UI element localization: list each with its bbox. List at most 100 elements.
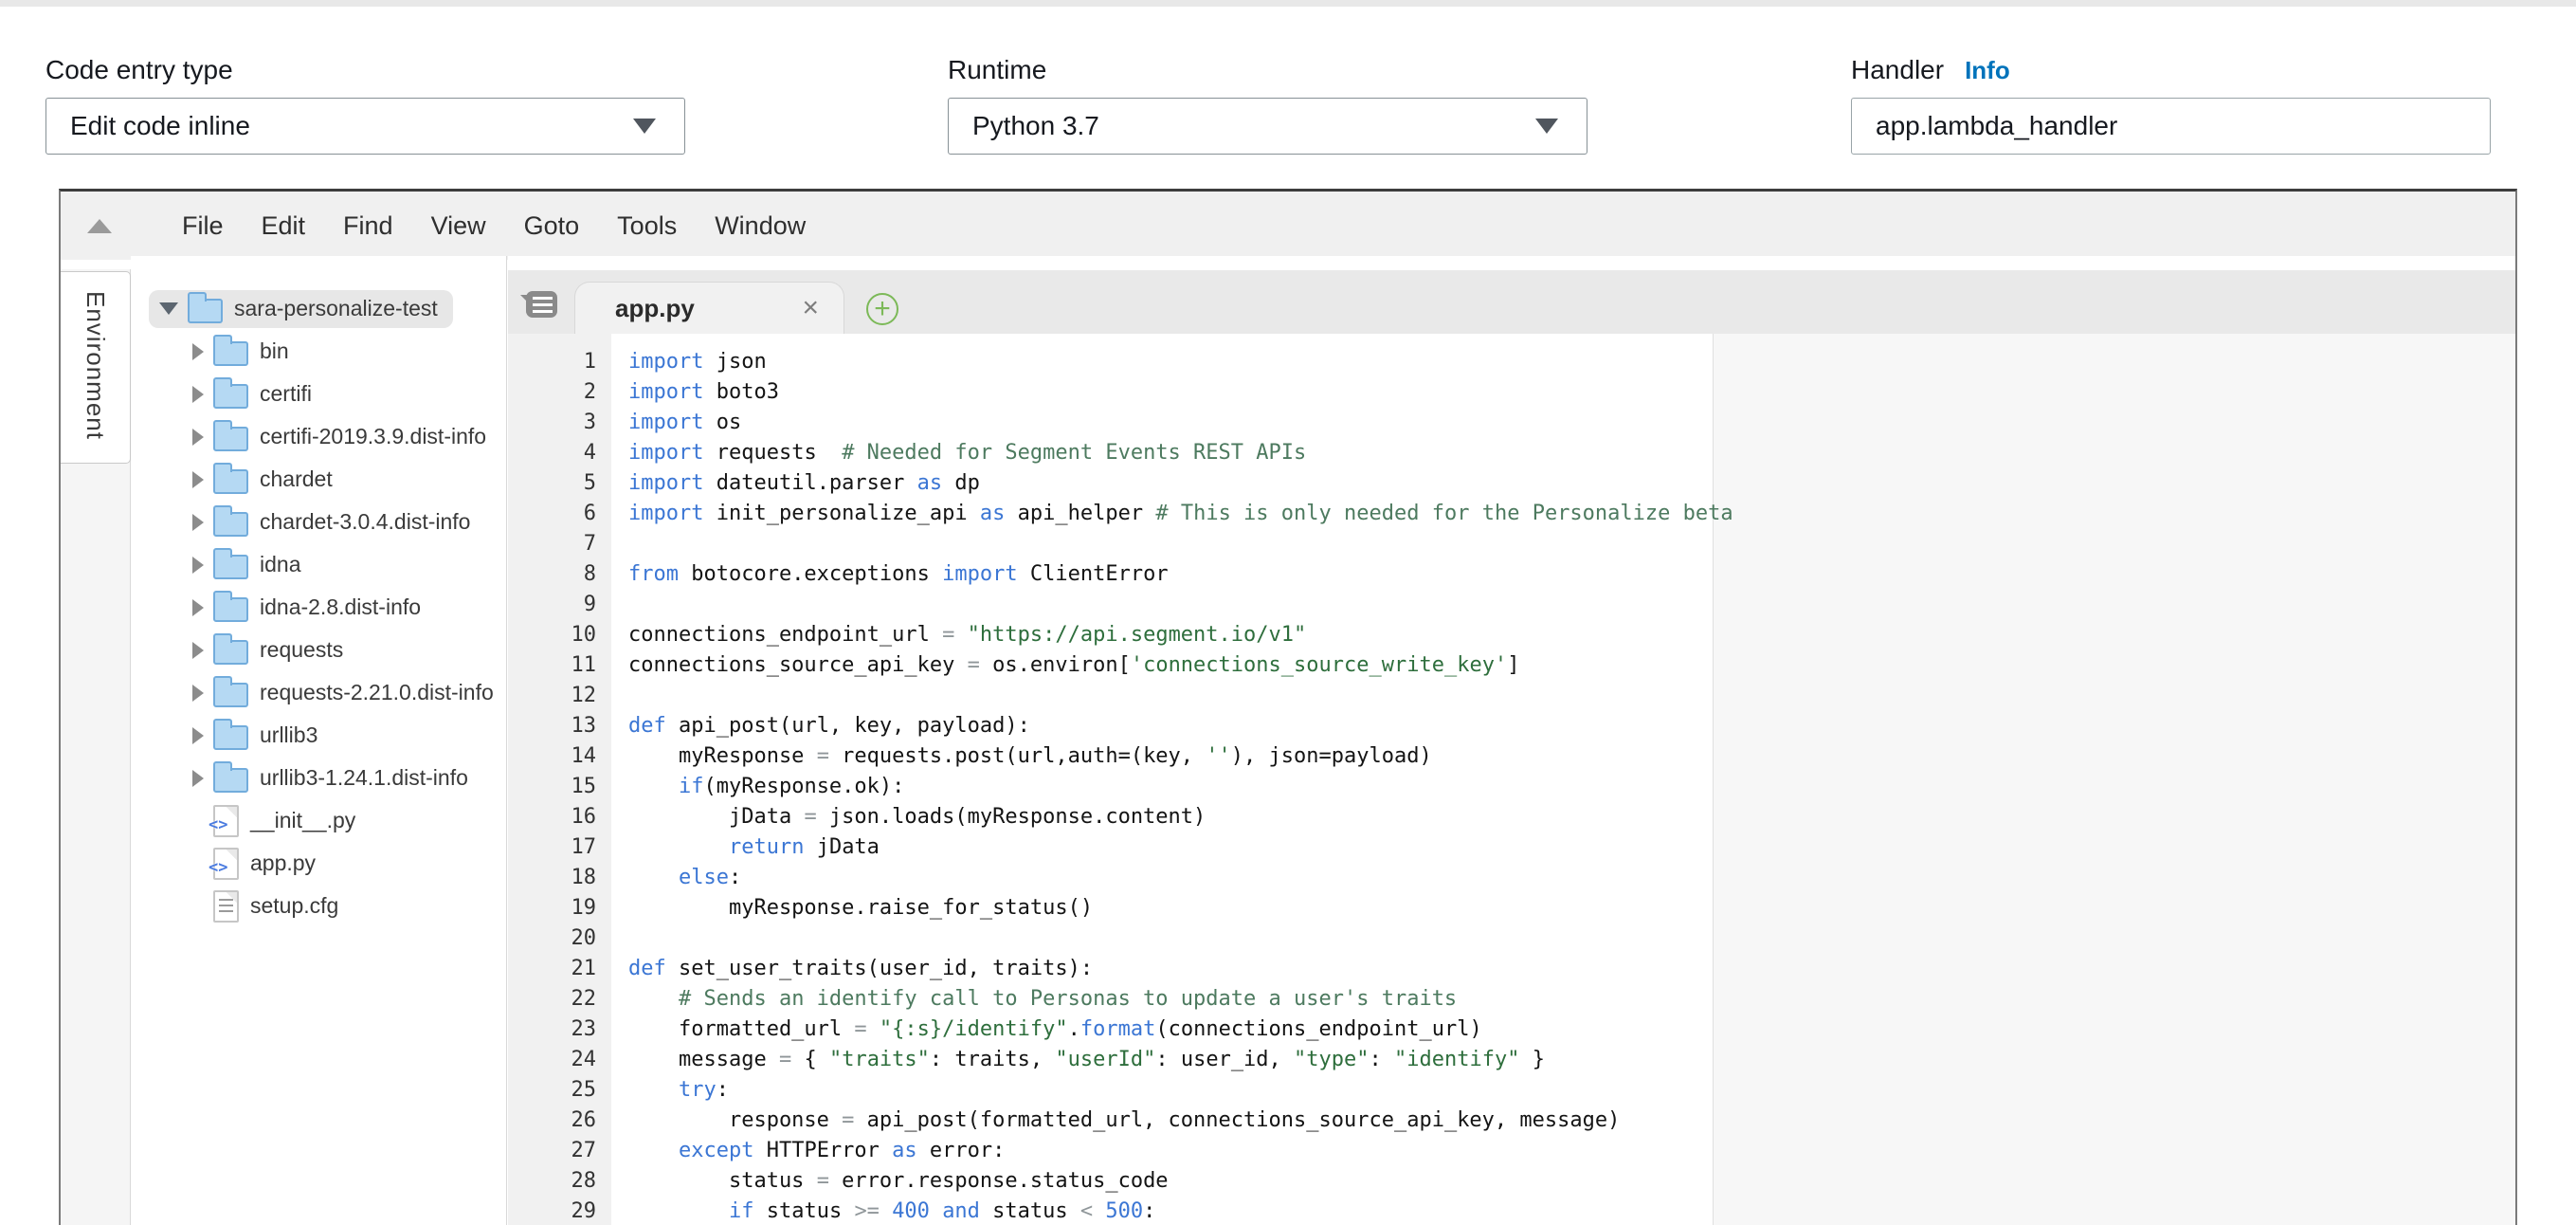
- tree-item-chardet[interactable]: chardet: [131, 458, 506, 501]
- code-token: error:: [917, 1139, 1006, 1162]
- code-token: "traits": [829, 1048, 930, 1071]
- code-token: [628, 775, 679, 798]
- line-number-16: 16: [508, 802, 611, 832]
- open-files-list-icon[interactable]: [526, 291, 557, 318]
- code-token: "https://api.segment.io/v1": [968, 623, 1307, 647]
- code-token: "identify": [1394, 1048, 1519, 1071]
- handler-input[interactable]: [1851, 98, 2491, 155]
- close-tab-icon[interactable]: ×: [802, 294, 819, 322]
- code-line-1: import json: [628, 347, 2515, 377]
- code-line-24: message = { "traits": traits, "userId": …: [628, 1045, 2515, 1075]
- code-line-8: from botocore.exceptions import ClientEr…: [628, 559, 2515, 590]
- collapse-editor-icon[interactable]: [87, 219, 112, 233]
- environment-tab[interactable]: Environment: [61, 271, 131, 464]
- code-token: as: [917, 471, 943, 495]
- line-number-26: 26: [508, 1106, 611, 1136]
- code-entry-type-label: Code entry type: [45, 49, 685, 91]
- code-token: [628, 1199, 729, 1223]
- tree-item-bin[interactable]: bin: [131, 330, 506, 373]
- tree-item-urllib3-1-24-1-dist-info[interactable]: urllib3-1.24.1.dist-info: [131, 757, 506, 799]
- code-token: [628, 1078, 679, 1102]
- code-editor[interactable]: import jsonimport boto3import osimport r…: [611, 334, 2515, 1225]
- code-token: import: [628, 380, 703, 404]
- tree-item-certifi-2019-3-9-dist-info[interactable]: certifi-2019.3.9.dist-info: [131, 415, 506, 458]
- code-token: :: [1143, 1199, 1155, 1223]
- caret-right-icon[interactable]: [192, 386, 204, 403]
- code-token: import: [628, 441, 703, 465]
- menu-view[interactable]: View: [431, 211, 486, 241]
- code-token: requests.post(url,auth=(key,: [829, 744, 1206, 768]
- caret-right-icon[interactable]: [192, 557, 204, 574]
- menu-find[interactable]: Find: [343, 211, 393, 241]
- code-token: [930, 1199, 942, 1223]
- folder-icon: [213, 427, 248, 451]
- code-token: connections_endpoint_url: [628, 623, 942, 647]
- tree-item-requests-2-21-0-dist-info[interactable]: requests-2.21.0.dist-info: [131, 671, 506, 714]
- tree-item-requests[interactable]: requests: [131, 629, 506, 671]
- caret-right-icon[interactable]: [192, 770, 204, 787]
- tree-item-certifi[interactable]: certifi: [131, 373, 506, 415]
- code-token: from: [628, 562, 679, 586]
- code-token: '': [1206, 744, 1231, 768]
- caret-right-icon[interactable]: [192, 599, 204, 616]
- folder-icon: [213, 768, 248, 793]
- folder-icon: [213, 725, 248, 750]
- menu-edit[interactable]: Edit: [262, 211, 306, 241]
- add-tab-button[interactable]: +: [866, 293, 898, 325]
- code-token: 'connections_source_write_key': [1131, 653, 1507, 677]
- code-token: >=: [854, 1199, 880, 1223]
- code-token: import: [628, 411, 703, 434]
- editor-pane: app.py × + 12345678910111213141516171819…: [508, 256, 2515, 1225]
- tree-item-setup-cfg[interactable]: setup.cfg: [131, 885, 506, 927]
- python-file-icon: [213, 805, 239, 837]
- tree-item-urllib3[interactable]: urllib3: [131, 714, 506, 757]
- caret-right-icon[interactable]: [192, 685, 204, 702]
- code-line-4: import requests # Needed for Segment Eve…: [628, 438, 2515, 468]
- line-number-10: 10: [508, 620, 611, 650]
- caret-right-icon[interactable]: [192, 471, 204, 488]
- folder-icon: [213, 384, 248, 409]
- folder-icon: [213, 640, 248, 665]
- caret-right-icon[interactable]: [192, 727, 204, 744]
- code-entry-type-field: Code entry type Edit code inline: [45, 49, 685, 91]
- tree-item-label: urllib3-1.24.1.dist-info: [260, 765, 468, 791]
- line-number-gutter[interactable]: 1234567891011121314151617181920212223242…: [508, 334, 611, 1225]
- code-token: and: [942, 1199, 980, 1223]
- code-token: [628, 1139, 679, 1162]
- chevron-down-icon: [633, 119, 656, 134]
- code-entry-type-select[interactable]: Edit code inline: [45, 98, 685, 155]
- code-token: =: [942, 623, 954, 647]
- caret-right-icon[interactable]: [192, 343, 204, 360]
- code-line-20: [628, 923, 2515, 954]
- line-number-25: 25: [508, 1075, 611, 1106]
- menu-file[interactable]: File: [182, 211, 224, 241]
- tree-item-label: bin: [260, 338, 289, 364]
- line-number-1: 1: [508, 347, 611, 377]
- code-entry-type-value: Edit code inline: [70, 111, 250, 141]
- caret-down-icon[interactable]: [159, 302, 178, 315]
- tree-item-idna-2-8-dist-info[interactable]: idna-2.8.dist-info: [131, 586, 506, 629]
- code-line-9: [628, 590, 2515, 620]
- menu-goto[interactable]: Goto: [524, 211, 580, 241]
- tree-item-chardet-3-0-4-dist-info[interactable]: chardet-3.0.4.dist-info: [131, 501, 506, 543]
- line-number-3: 3: [508, 408, 611, 438]
- caret-right-icon[interactable]: [192, 514, 204, 531]
- code-token: as: [980, 502, 1006, 525]
- tree-item-idna[interactable]: idna: [131, 543, 506, 586]
- tree-item-sara-personalize-test[interactable]: sara-personalize-test: [131, 287, 506, 330]
- handler-field: Handler Info: [1851, 49, 2491, 91]
- tab-app-py[interactable]: app.py ×: [574, 282, 844, 334]
- handler-info-link[interactable]: Info: [1965, 56, 2010, 85]
- line-number-27: 27: [508, 1136, 611, 1166]
- tree-item-app-py[interactable]: app.py: [131, 842, 506, 885]
- runtime-select[interactable]: Python 3.7: [948, 98, 1587, 155]
- caret-right-icon[interactable]: [192, 429, 204, 446]
- code-token: import: [942, 562, 1017, 586]
- tree-item-label: idna-2.8.dist-info: [260, 594, 421, 620]
- code-token: =: [842, 1108, 854, 1132]
- tree-item--init-py[interactable]: __init__.py: [131, 799, 506, 842]
- menu-window[interactable]: Window: [715, 211, 806, 241]
- menu-tools[interactable]: Tools: [617, 211, 677, 241]
- line-number-5: 5: [508, 468, 611, 499]
- caret-right-icon[interactable]: [192, 642, 204, 659]
